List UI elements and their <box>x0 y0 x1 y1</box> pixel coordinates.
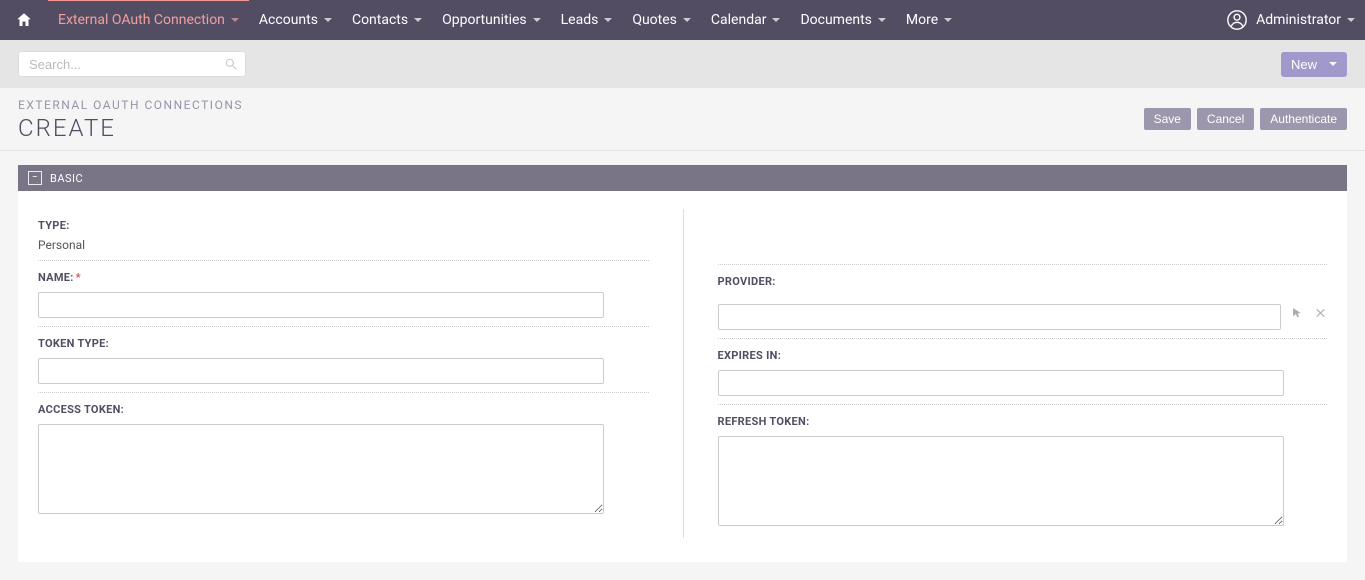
clear-icon[interactable] <box>1314 306 1327 320</box>
nav-label: Leads <box>561 12 599 28</box>
search-icon <box>224 57 238 71</box>
nav-accounts[interactable]: Accounts <box>249 0 342 40</box>
provider-input[interactable] <box>718 304 1282 330</box>
field-spacer <box>718 209 1328 265</box>
home-icon <box>15 11 33 29</box>
authenticate-button[interactable]: Authenticate <box>1260 108 1347 130</box>
chevron-down-icon <box>1347 18 1355 22</box>
nav-calendar[interactable]: Calendar <box>701 0 791 40</box>
field-label: PROVIDER: <box>718 275 1328 288</box>
field-label: REFRESH TOKEN: <box>718 415 1328 428</box>
nav-user-label: Administrator <box>1256 12 1341 28</box>
nav-label: External OAuth Connection <box>58 12 225 28</box>
field-expires-in: EXPIRES IN: <box>718 339 1328 405</box>
nav-label: Contacts <box>352 12 408 28</box>
nav-label: Calendar <box>711 12 767 28</box>
new-button[interactable]: New <box>1281 52 1347 77</box>
name-input[interactable] <box>38 292 604 318</box>
access-token-input[interactable] <box>38 424 604 514</box>
basic-panel: − BASIC TYPE: Personal NAME:* TOKEN TYPE… <box>18 165 1347 562</box>
field-token-type: TOKEN TYPE: <box>38 327 649 393</box>
save-button[interactable]: Save <box>1144 108 1191 130</box>
field-label: EXPIRES IN: <box>718 349 1328 362</box>
nav-contacts[interactable]: Contacts <box>342 0 432 40</box>
search-input[interactable] <box>18 51 246 77</box>
nav-user-menu[interactable]: Administrator <box>1216 0 1365 40</box>
nav-label: Opportunities <box>442 12 527 28</box>
collapse-toggle[interactable]: − <box>28 171 42 185</box>
panel-header: − BASIC <box>18 165 1347 191</box>
nav-more[interactable]: More <box>896 0 962 40</box>
field-label: TYPE: <box>38 219 649 232</box>
top-navbar: External OAuth Connection Accounts Conta… <box>0 0 1365 40</box>
expires-in-input[interactable] <box>718 370 1284 396</box>
page-header: EXTERNAL OAUTH CONNECTIONS CREATE Save C… <box>0 88 1365 151</box>
nav-label: More <box>906 12 938 28</box>
nav-quotes[interactable]: Quotes <box>622 0 701 40</box>
nav-label: Quotes <box>632 12 677 28</box>
field-type: TYPE: Personal <box>38 209 649 261</box>
type-value: Personal <box>38 238 649 252</box>
field-access-token: ACCESS TOKEN: <box>38 393 649 526</box>
field-refresh-token: REFRESH TOKEN: <box>718 405 1328 538</box>
field-label: ACCESS TOKEN: <box>38 403 649 416</box>
chevron-down-icon <box>604 18 612 22</box>
cancel-button[interactable]: Cancel <box>1197 108 1254 130</box>
field-label: TOKEN TYPE: <box>38 337 649 350</box>
nav-leads[interactable]: Leads <box>551 0 623 40</box>
nav-documents[interactable]: Documents <box>790 0 895 40</box>
refresh-token-input[interactable] <box>718 436 1284 526</box>
required-marker: * <box>76 271 81 284</box>
chevron-down-icon <box>1329 62 1337 66</box>
nav-home[interactable] <box>0 0 48 40</box>
field-name: NAME:* <box>38 261 649 327</box>
new-button-label: New <box>1291 57 1317 72</box>
chevron-down-icon <box>324 18 332 22</box>
chevron-down-icon <box>231 18 239 22</box>
nav-label: Documents <box>800 12 871 28</box>
nav-opportunities[interactable]: Opportunities <box>432 0 551 40</box>
nav-external-oauth-connection[interactable]: External OAuth Connection <box>48 0 249 40</box>
chevron-down-icon <box>533 18 541 22</box>
chevron-down-icon <box>683 18 691 22</box>
chevron-down-icon <box>878 18 886 22</box>
toolbar: New <box>0 40 1365 88</box>
token-type-input[interactable] <box>38 358 604 384</box>
field-label: NAME: <box>38 271 74 284</box>
panel-title: BASIC <box>50 172 83 185</box>
chevron-down-icon <box>772 18 780 22</box>
field-provider: PROVIDER: <box>718 265 1328 339</box>
chevron-down-icon <box>944 18 952 22</box>
nav-label: Accounts <box>259 12 318 28</box>
chevron-down-icon <box>414 18 422 22</box>
user-icon <box>1226 9 1248 31</box>
select-icon[interactable] <box>1291 306 1304 320</box>
